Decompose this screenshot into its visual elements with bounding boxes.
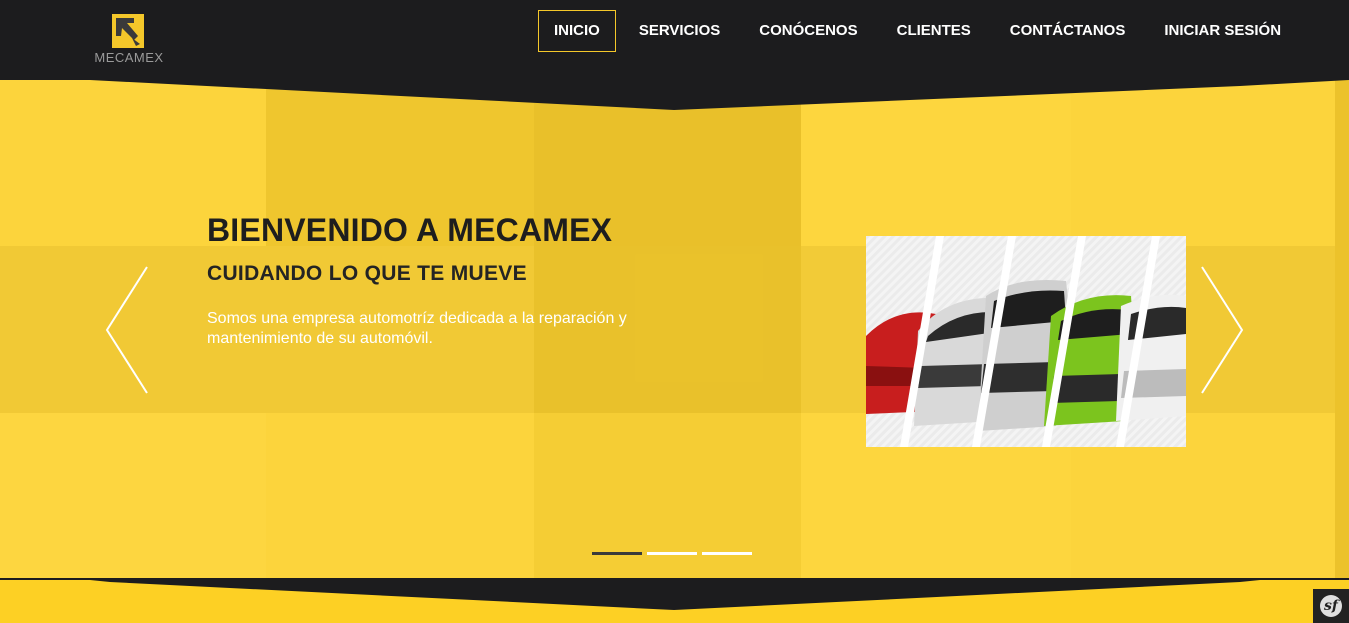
chevron-right-icon[interactable]: [1200, 266, 1244, 394]
nav-item-contactanos[interactable]: CONTÁCTANOS: [994, 10, 1142, 52]
nav-item-conocenos[interactable]: CONÓCENOS: [743, 10, 873, 52]
bg-tile: [0, 413, 266, 580]
top-wedge-divider: [0, 80, 1349, 110]
site-header: MECAMEX INICIO SERVICIOS CONÓCENOS CLIEN…: [0, 0, 1349, 80]
chevron-left-icon[interactable]: [105, 266, 149, 394]
cars-lineup-image: [866, 236, 1186, 447]
brand-name: MECAMEX: [94, 50, 164, 65]
bottom-wedge-divider: [0, 578, 1349, 623]
wrench-logo-icon: [112, 14, 144, 48]
nav-item-servicios[interactable]: SERVICIOS: [623, 10, 736, 52]
nav-item-inicio[interactable]: INICIO: [538, 10, 616, 52]
hero-content: BIENVENIDO A MECAMEX CUIDANDO LO QUE TE …: [207, 212, 677, 349]
slide-indicator-3[interactable]: [702, 552, 752, 555]
main-nav: INICIO SERVICIOS CONÓCENOS CLIENTES CONT…: [538, 10, 1304, 52]
slide-indicator-2[interactable]: [647, 552, 697, 555]
nav-item-clientes[interactable]: CLIENTES: [881, 10, 987, 52]
symfony-icon: sf: [1320, 595, 1342, 617]
nav-item-iniciar-sesion[interactable]: INICIAR SESIÓN: [1148, 10, 1297, 52]
slider-indicators: [592, 552, 757, 555]
hero-title: BIENVENIDO A MECAMEX: [207, 212, 613, 248]
bg-edge-strip: [1335, 80, 1349, 580]
hero-subtitle: CUIDANDO LO QUE TE MUEVE: [207, 262, 527, 285]
slide-indicator-1[interactable]: [592, 552, 642, 555]
hero-description: Somos una empresa automotríz dedicada a …: [207, 310, 627, 347]
brand-logo[interactable]: MECAMEX: [92, 14, 166, 68]
symfony-toolbar-toggle[interactable]: sf: [1313, 589, 1349, 623]
